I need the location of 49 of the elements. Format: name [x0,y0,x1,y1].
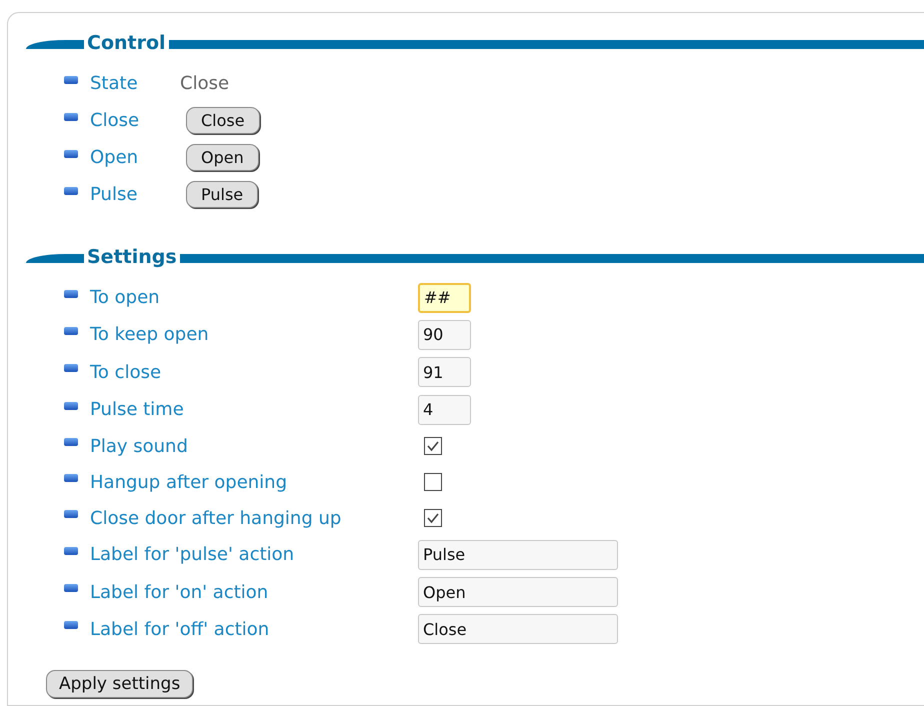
bullet-icon [64,112,78,120]
input-field[interactable]: Open [418,577,618,608]
field-label: Pulse [90,184,138,205]
bullet-icon [64,402,78,410]
bullet-icon [64,186,78,194]
field-label: To open [90,287,161,308]
input-field[interactable]: 4 [418,394,471,425]
bullet-icon [64,438,78,446]
section-title: Control [86,32,167,54]
field-label: Label for 'on' action [90,582,270,603]
action-button[interactable]: Close [186,107,260,134]
input-field[interactable]: Pulse [418,540,618,570]
input-field[interactable]: 91 [418,357,471,388]
bullet-icon [64,150,78,158]
bullet-icon [64,546,78,555]
section-rule [26,254,84,262]
checkbox[interactable] [424,473,442,492]
check-icon [426,512,440,524]
bullet-icon [64,621,78,630]
field-label: Open [90,147,140,168]
input-field[interactable]: 90 [418,320,471,350]
bullet-icon [64,584,78,592]
bullet-icon [64,510,78,518]
field-label: Play sound [90,436,189,457]
section-rule [26,40,84,48]
bullet-icon [64,76,78,84]
section-title: Settings [86,246,178,268]
field-label: To keep open [90,324,210,346]
bullet-icon [64,290,78,298]
field-label: State [90,73,139,94]
field-label: Close door after hanging up [90,508,342,529]
bullet-icon [64,326,78,335]
checkbox[interactable] [424,437,442,456]
action-button[interactable]: Open [186,144,259,171]
field-label: Label for 'pulse' action [90,544,296,566]
field-label: Pulse time [90,399,185,420]
field-label: To close [90,362,162,383]
field-label: Label for 'off' action [90,618,270,640]
input-field[interactable]: Close [418,614,618,644]
field-label: Hangup after opening [90,472,288,493]
action-button[interactable]: Pulse [186,181,258,208]
field-label: Close [90,110,140,131]
state-value: Close [180,73,230,94]
apply-button[interactable]: Apply settings [46,670,194,698]
checkbox[interactable] [424,509,442,528]
bullet-icon [64,364,78,372]
input-field[interactable]: ## [418,282,471,313]
bullet-icon [64,474,78,482]
check-icon [426,440,440,452]
